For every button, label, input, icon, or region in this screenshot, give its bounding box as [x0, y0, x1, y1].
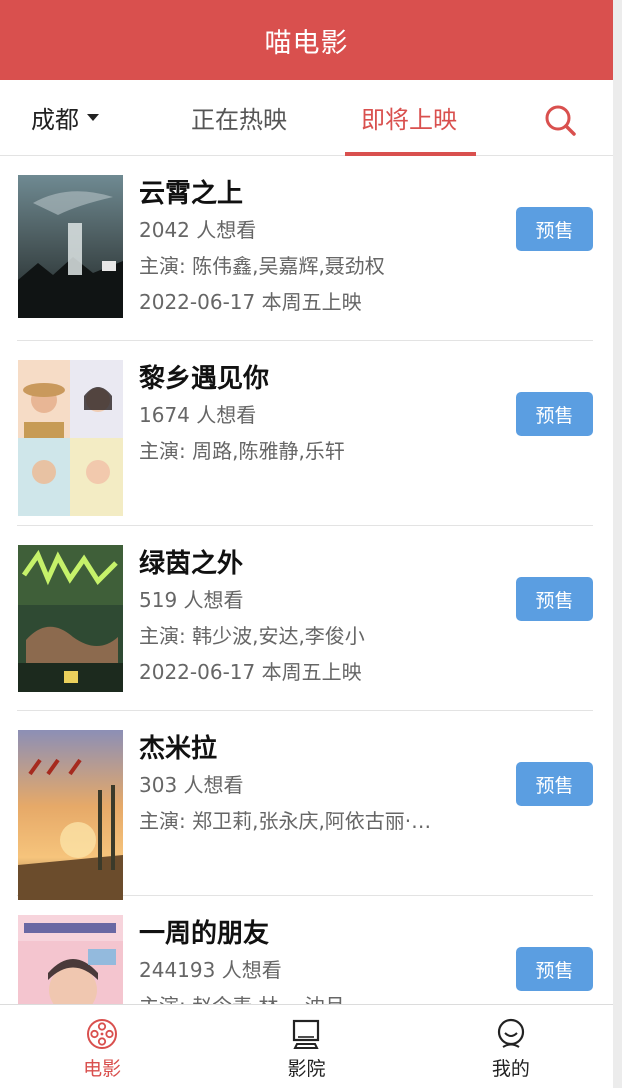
cast-line: 主演: 郑卫莉,张永庆,阿依古丽·… — [139, 809, 432, 833]
cast-line: 主演: 赵今麦,林一,沈月 — [139, 988, 479, 1004]
cast-line: 主演: 韩少波,安达,李俊小 — [139, 624, 365, 648]
user-face-icon — [497, 1018, 524, 1048]
movie-title[interactable]: 杰米拉 — [139, 731, 479, 767]
bottom-nav-label: 我的 — [491, 1058, 530, 1080]
bottom-nav-movies[interactable]: 电影 — [0, 1005, 204, 1088]
want-count: 1674 人想看 — [139, 403, 257, 427]
tab-now-showing[interactable]: 正在热映 — [191, 100, 287, 135]
release-date: 2022-06-17 本周五上映 — [139, 290, 362, 314]
movie-title[interactable]: 绿茵之外 — [139, 546, 479, 582]
bottom-nav: 电影 影院 我的 — [0, 1004, 613, 1088]
want-count: 244193 人想看 — [139, 958, 282, 982]
presale-button[interactable]: 预售 — [516, 392, 593, 436]
want-count: 2042 人想看 — [139, 218, 257, 242]
movie-title[interactable]: 云霄之上 — [139, 176, 479, 212]
top-nav: 成都 正在热映 即将上映 — [0, 80, 613, 156]
bottom-nav-cinemas[interactable]: 影院 — [204, 1005, 408, 1088]
movie-poster[interactable] — [18, 730, 123, 900]
presale-button[interactable]: 预售 — [516, 762, 593, 806]
bottom-nav-label: 影院 — [287, 1058, 326, 1080]
city-label: 成都 — [31, 106, 79, 134]
cast-line: 主演: 周路,陈雅静,乐轩 — [139, 439, 345, 463]
release-date: 2022-06-17 本周五上映 — [139, 660, 362, 684]
want-count: 519 人想看 — [139, 588, 244, 612]
movie-item[interactable]: 杰米拉 303 人想看 主演: 郑卫莉,张永庆,阿依古丽·… 预售 — [17, 711, 593, 900]
search-icon[interactable] — [543, 103, 577, 137]
movie-poster[interactable] — [18, 360, 123, 516]
app-root: 喵电影 成都 正在热映 即将上映 云霄之上 2042 人想看 主演: 陈伟鑫,吴… — [0, 0, 613, 1088]
want-count: 303 人想看 — [139, 773, 244, 797]
movie-poster[interactable] — [18, 915, 123, 1004]
city-selector[interactable]: 成都 — [31, 100, 99, 135]
scrollbar[interactable] — [613, 0, 622, 1088]
movie-title[interactable]: 一周的朋友 — [139, 916, 479, 952]
movie-item[interactable]: 一周的朋友 244193 人想看 主演: 赵今麦,林一,沈月 预售 — [17, 896, 593, 1004]
app-title: 喵电影 — [264, 27, 349, 59]
movie-item[interactable]: 云霄之上 2042 人想看 主演: 陈伟鑫,吴嘉辉,聂劲权 2022-06-17… — [17, 156, 593, 341]
movie-item[interactable]: 黎乡遇见你 1674 人想看 主演: 周路,陈雅静,乐轩 预售 — [17, 341, 593, 526]
caret-down-icon — [87, 114, 99, 121]
presale-button[interactable]: 预售 — [516, 577, 593, 621]
cinema-screen-icon — [293, 1019, 320, 1049]
movie-list[interactable]: 云霄之上 2042 人想看 主演: 陈伟鑫,吴嘉辉,聂劲权 2022-06-17… — [0, 156, 613, 1004]
movie-title[interactable]: 黎乡遇见你 — [139, 361, 479, 397]
app-title-bar: 喵电影 — [0, 0, 613, 80]
movie-poster[interactable] — [18, 545, 123, 692]
film-reel-icon — [87, 1019, 118, 1049]
bottom-nav-mine[interactable]: 我的 — [409, 1005, 613, 1088]
movie-item[interactable]: 绿茵之外 519 人想看 主演: 韩少波,安达,李俊小 2022-06-17 本… — [17, 526, 593, 711]
tab-coming-soon[interactable]: 即将上映 — [361, 100, 457, 135]
cast-line: 主演: 陈伟鑫,吴嘉辉,聂劲权 — [139, 254, 385, 278]
bottom-nav-label: 电影 — [83, 1058, 122, 1080]
presale-button[interactable]: 预售 — [516, 207, 593, 251]
presale-button[interactable]: 预售 — [516, 947, 593, 991]
movie-poster[interactable] — [18, 175, 123, 318]
